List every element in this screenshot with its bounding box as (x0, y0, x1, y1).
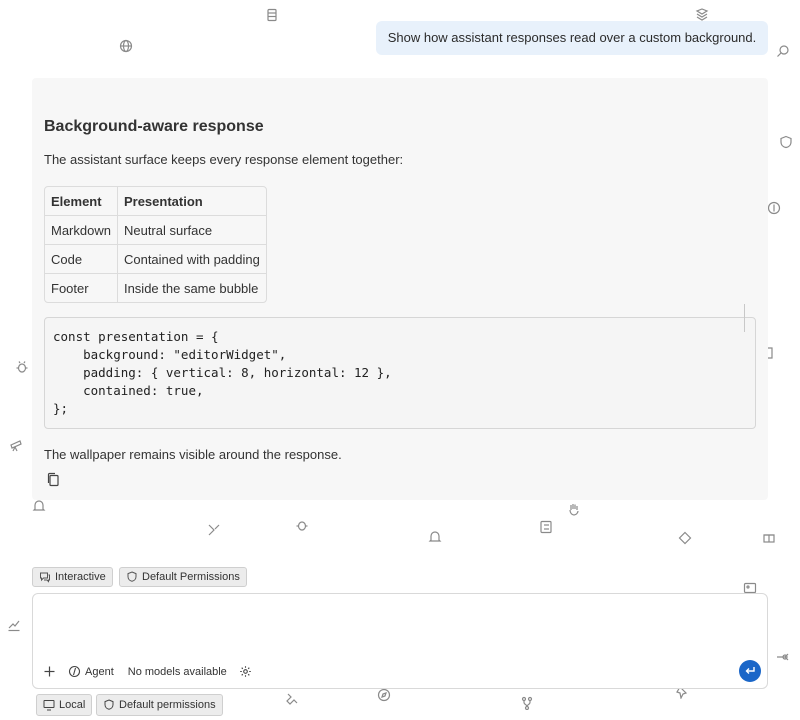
shield-icon (127, 571, 137, 582)
default-permissions-label: Default permissions (119, 699, 216, 711)
chart-icon (7, 618, 21, 632)
interactive-chip[interactable]: Interactive (32, 567, 113, 587)
bug-icon (15, 360, 29, 374)
input-toolbar: Agent No models available (43, 665, 252, 678)
table-cell: Inside the same bubble (123, 280, 259, 296)
checklist-icon (539, 520, 553, 534)
agent-icon (68, 665, 81, 678)
enter-icon (745, 667, 755, 674)
gift-icon (762, 530, 776, 544)
tools-icon (285, 692, 299, 706)
local-button[interactable]: Local (36, 694, 93, 716)
interactive-chip-label: Interactive (55, 571, 106, 583)
merge-icon (207, 523, 221, 537)
table-cell: Markdown (45, 216, 118, 245)
plus-icon[interactable] (43, 665, 56, 678)
code-block[interactable]: const presentation = { background: "edit… (44, 304, 756, 429)
table-row: Code Contained with padding (45, 245, 266, 274)
response-intro: The assistant surface keeps every respon… (44, 152, 404, 167)
chat-input[interactable]: Agent No models available (32, 593, 768, 689)
table-row: Markdown Neutral surface (45, 216, 266, 245)
chat-icon (40, 572, 50, 583)
response-outro: The wallpaper remains visible around the… (44, 447, 342, 462)
code-text: const presentation = { background: "edit… (53, 329, 392, 416)
compass-icon (377, 688, 391, 702)
table-cell: Code (45, 245, 118, 274)
table-header: Element (45, 187, 118, 216)
database-icon (265, 8, 279, 22)
shield-icon (104, 699, 114, 710)
hand-icon (567, 502, 581, 516)
model-picker-label: No models available (127, 665, 227, 678)
assistant-response: Background-aware response The assistant … (32, 78, 768, 500)
table-cell: Contained with padding (117, 245, 266, 274)
branch-icon (520, 696, 534, 710)
local-label: Local (59, 699, 86, 711)
shield-icon (779, 135, 793, 149)
default-permissions-button[interactable]: Default permissions (96, 694, 223, 716)
bell-icon (32, 499, 46, 513)
globe-icon (119, 39, 133, 53)
model-picker[interactable]: No models available (128, 666, 227, 678)
response-table: Element Presentation Markdown Neutral su… (44, 186, 267, 303)
user-message: Show how assistant responses read over a… (376, 21, 768, 55)
bug-icon-2 (295, 518, 309, 532)
table-cell: Footer (45, 274, 118, 302)
table-cell: Neutral surface (117, 216, 266, 245)
telescope-icon (9, 438, 23, 452)
agent-mode-label: Agent (85, 665, 114, 678)
send-button[interactable] (739, 660, 761, 682)
table-header-row: Element Presentation (45, 187, 266, 216)
monitor-icon (43, 700, 55, 711)
code-scrollbar[interactable] (744, 304, 745, 332)
default-permissions-chip[interactable]: Default Permissions (119, 567, 247, 587)
agent-mode-button[interactable]: Agent (68, 665, 114, 678)
copy-icon[interactable] (46, 472, 62, 490)
response-title: Background-aware response (44, 118, 264, 135)
table-row: Footer Inside the same bubble (45, 274, 266, 302)
table-header: Presentation (117, 187, 266, 216)
coin-icon (767, 201, 781, 215)
search-icon (776, 44, 790, 58)
rocket-icon (775, 650, 789, 664)
tag-icon (678, 531, 692, 545)
gear-icon[interactable] (239, 665, 252, 678)
stack-icon (695, 8, 709, 22)
default-permissions-chip-label: Default Permissions (142, 571, 240, 583)
bell-icon-2 (428, 530, 442, 544)
